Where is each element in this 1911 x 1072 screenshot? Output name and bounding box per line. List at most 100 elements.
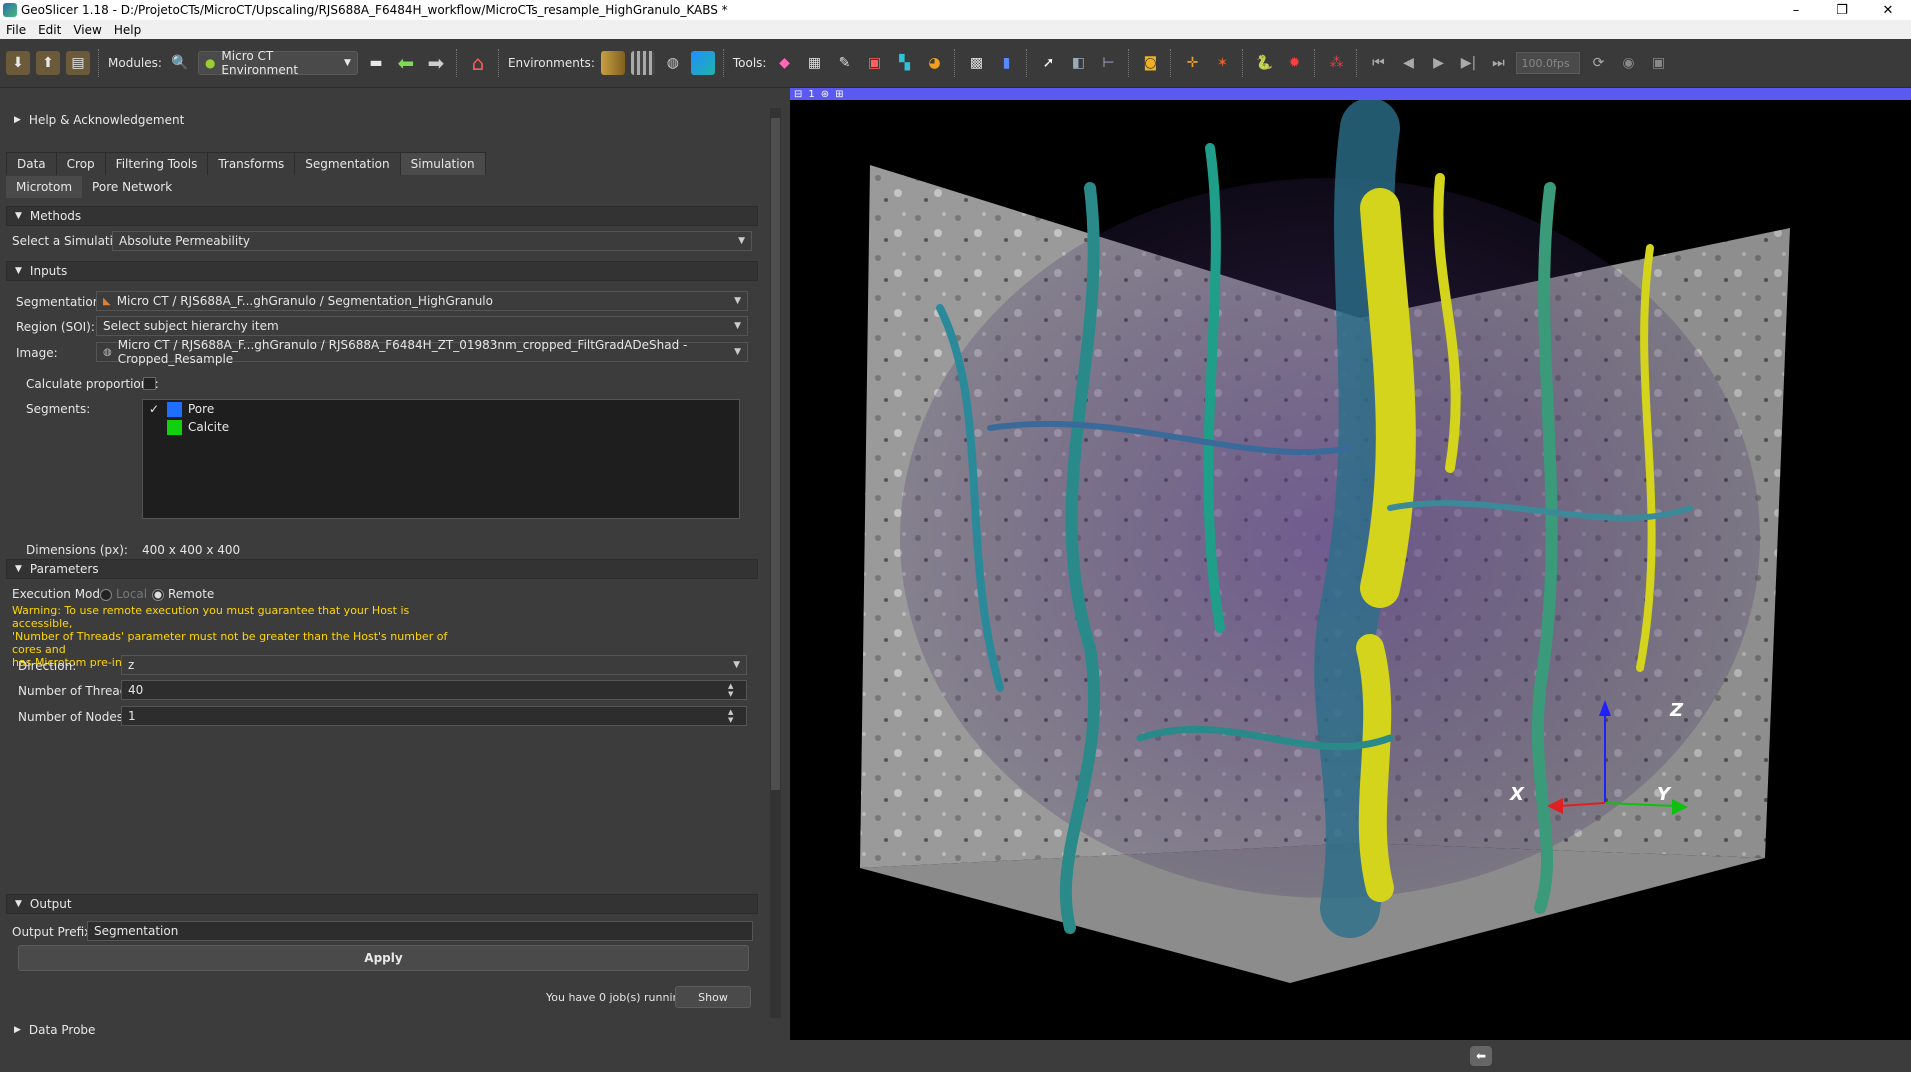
threads-spinbox[interactable]: 40 ▲ ▼ [121, 680, 747, 700]
output-prefix-value: Segmentation [94, 924, 179, 938]
table-icon[interactable]: ▦ [802, 51, 826, 75]
segmentation-tool-icon[interactable]: ▣ [862, 51, 886, 75]
mosaic-icon[interactable]: ▩ [964, 51, 988, 75]
nodes-spinbox[interactable]: 1 ▲ ▼ [121, 706, 747, 726]
tab-filtering-tools[interactable]: Filtering Tools [104, 152, 209, 175]
menu-view[interactable]: View [67, 23, 107, 37]
minimize-button[interactable]: – [1773, 3, 1819, 18]
microct-environment-icon[interactable] [690, 51, 715, 75]
help-section-header[interactable]: ▶ Help & Acknowledgement [6, 110, 758, 130]
tab-data[interactable]: Data [6, 152, 57, 175]
save-data-icon[interactable]: ⬆ [36, 51, 60, 75]
module-search-icon[interactable]: 🔍 [168, 51, 192, 75]
list-item[interactable]: ✓ Pore [143, 400, 739, 418]
well-log-environment-icon[interactable] [630, 51, 655, 75]
skip-last-icon[interactable]: ⏭ [1486, 51, 1510, 75]
menu-file[interactable]: File [0, 23, 32, 37]
module-selector[interactable]: ● Micro CT Environment ▼ [197, 49, 358, 77]
collapse-panel-icon[interactable]: ⬅ [1470, 1046, 1492, 1066]
show-jobs-button[interactable]: Show [675, 986, 751, 1008]
record-icon[interactable]: ◉ [1616, 51, 1640, 75]
pin-icon[interactable]: ⊟ [794, 89, 802, 100]
pie-chart-icon[interactable]: ◕ [922, 51, 946, 75]
module-list-icon[interactable]: ▬ [364, 51, 388, 75]
histogram-icon[interactable]: ▮ [994, 51, 1018, 75]
tab-crop[interactable]: Crop [55, 152, 106, 175]
scrollbar-thumb[interactable] [771, 118, 780, 790]
data-probe-header[interactable]: ▶ Data Probe [6, 1020, 758, 1040]
window-level-icon[interactable]: ◧ [1066, 51, 1090, 75]
volume-rendering[interactable] [790, 88, 1911, 1040]
calc-proportions-checkbox[interactable] [143, 377, 156, 390]
load-data-icon[interactable]: ⬇ [6, 51, 30, 75]
chevron-right-icon: ▶ [14, 1025, 21, 1035]
back-arrow-icon[interactable]: ⬅ [394, 51, 418, 75]
bug-report-icon[interactable]: ✹ [1282, 51, 1306, 75]
warning-line-1: Warning: To use remote execution you mus… [12, 604, 410, 630]
menu-help[interactable]: Help [108, 23, 147, 37]
fps-input[interactable]: 100.0fps [1516, 52, 1581, 74]
close-button[interactable]: ✕ [1865, 3, 1911, 18]
skip-first-icon[interactable]: ⏮ [1366, 51, 1390, 75]
screenshot-icon[interactable]: ◙ [1138, 51, 1162, 75]
home-icon[interactable]: ⌂ [466, 51, 490, 75]
pointer-icon[interactable]: ➚ [1036, 51, 1060, 75]
module-panel: ▶ Help & Acknowledgement Data Crop Filte… [0, 90, 786, 1045]
list-item[interactable]: Calcite [143, 418, 739, 436]
menu-edit[interactable]: Edit [32, 23, 67, 37]
tab-simulation[interactable]: Simulation [399, 152, 486, 175]
tab-microtom[interactable]: Microtom [6, 176, 83, 198]
step-back-icon[interactable]: ◀ [1396, 51, 1420, 75]
output-prefix-input[interactable]: Segmentation [87, 921, 753, 941]
segment-checkbox[interactable] [147, 420, 161, 434]
simulation-select[interactable]: Absolute Permeability ▼ [112, 231, 752, 251]
inputs-title: Inputs [29, 264, 68, 278]
3d-view[interactable]: Z X Y [790, 88, 1911, 1040]
segmentation-select[interactable]: ◣ Micro CT / RJS688A_F...ghGranulo / Seg… [96, 291, 748, 311]
ruler-icon[interactable]: ⊢ [1096, 51, 1120, 75]
region-select[interactable]: Select subject hierarchy item ▼ [96, 316, 748, 336]
python-console-icon[interactable]: 🐍 [1252, 51, 1276, 75]
segment-checkbox[interactable]: ✓ [147, 402, 161, 416]
molecule-icon[interactable]: ⁂ [1324, 51, 1348, 75]
crosshair-icon[interactable]: ✛ [1180, 51, 1204, 75]
jobs-status: You have 0 job(s) running [546, 991, 687, 1004]
direction-select[interactable]: z ▼ [121, 655, 747, 675]
local-radio[interactable]: Local [100, 587, 147, 601]
markup-icon[interactable]: ✶ [1210, 51, 1234, 75]
spin-arrows-icon[interactable]: ▲ ▼ [728, 681, 740, 699]
view-layout-icon[interactable]: ⊞ [835, 89, 843, 100]
edit-icon[interactable]: ✎ [832, 51, 856, 75]
loop-icon[interactable]: ⟳ [1586, 51, 1610, 75]
forward-arrow-icon[interactable]: ➡ [424, 51, 448, 75]
panel-scrollbar[interactable] [770, 108, 781, 1018]
core-environment-icon[interactable] [600, 51, 625, 75]
play-icon[interactable]: ▶ [1426, 51, 1450, 75]
nodes-label: Number of Nodes: [18, 710, 128, 724]
tab-pore-network[interactable]: Pore Network [82, 176, 182, 198]
direction-select-value: z [128, 658, 135, 672]
step-forward-icon[interactable]: ▶| [1456, 51, 1480, 75]
image-select[interactable]: ◍ Micro CT / RJS688A_F...ghGranulo / RJS… [96, 338, 748, 366]
output-section-header[interactable]: ▼ Output [6, 894, 758, 914]
restore-button[interactable]: ❐ [1819, 3, 1865, 18]
save-scene-icon[interactable]: ▤ [66, 51, 90, 75]
sub-tab-bar: Microtom Pore Network [6, 176, 182, 198]
view-options-icon[interactable]: ⊛ [821, 89, 829, 100]
camera-icon[interactable]: ▣ [1646, 51, 1670, 75]
tab-segmentation[interactable]: Segmentation [294, 152, 401, 175]
tab-transforms[interactable]: Transforms [207, 152, 296, 175]
thin-section-environment-icon[interactable]: ◍ [661, 51, 685, 75]
spin-arrows-icon[interactable]: ▲ ▼ [728, 707, 740, 725]
inputs-section-header[interactable]: ▼ Inputs [6, 261, 758, 281]
segment-editor-icon[interactable]: ◆ [772, 51, 796, 75]
parameters-section-header[interactable]: ▼ Parameters [6, 559, 758, 579]
remote-radio[interactable]: Remote [152, 587, 214, 601]
layout-grid-icon[interactable]: ▚ [892, 51, 916, 75]
apply-button[interactable]: Apply [18, 945, 749, 971]
window-controls: – ❐ ✕ [1773, 3, 1911, 18]
environments-label: Environments: [507, 56, 595, 70]
dimensions-label: Dimensions (px): [26, 543, 128, 557]
methods-section-header[interactable]: ▼ Methods [6, 206, 758, 226]
radio-remote-indicator [152, 588, 164, 601]
